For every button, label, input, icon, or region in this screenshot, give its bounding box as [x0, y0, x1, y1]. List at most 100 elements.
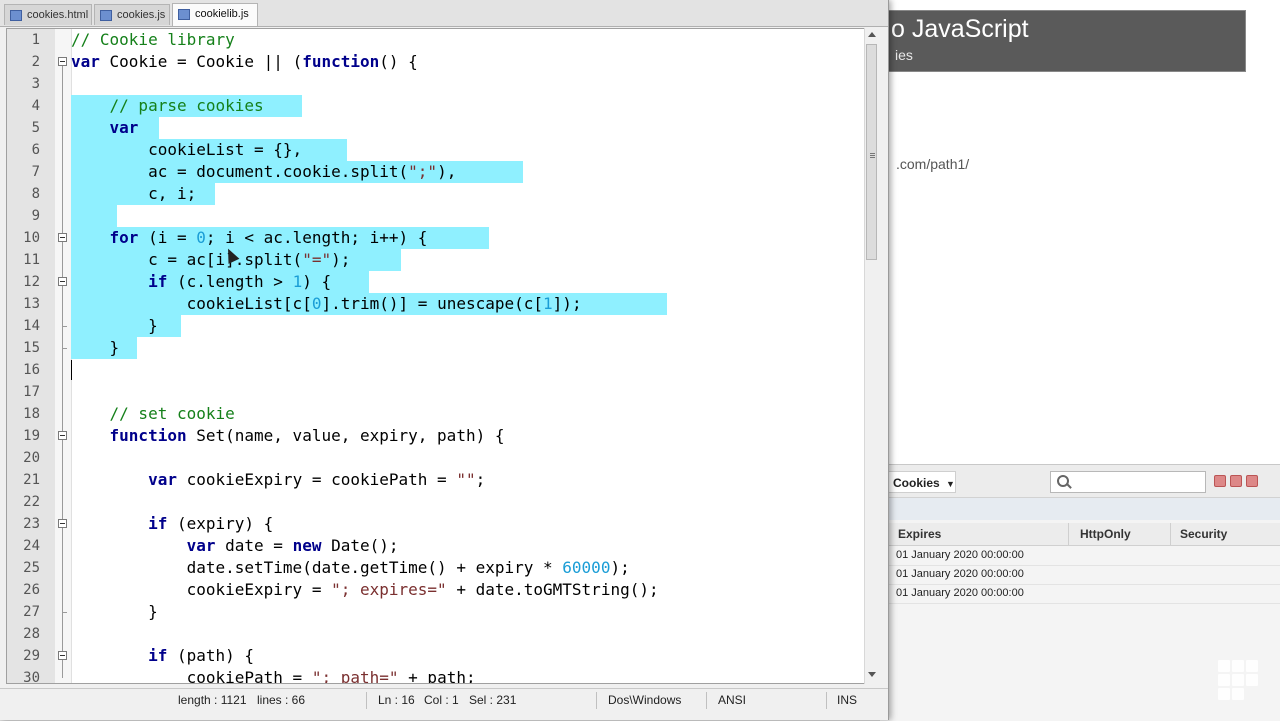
code-token: var: [71, 470, 177, 489]
cookies-dropdown[interactable]: Cookies ▼: [888, 471, 956, 493]
line-number: 12: [23, 274, 40, 290]
fold-toggle-icon[interactable]: [58, 431, 67, 440]
code-line[interactable]: c = ac[i].split("=");: [71, 249, 350, 271]
line-number: 14: [23, 318, 40, 334]
line-number: 10: [23, 230, 40, 246]
code-line[interactable]: date.setTime(date.getTime() + expiry * 6…: [71, 557, 630, 579]
column-header-security[interactable]: Security: [1180, 527, 1227, 541]
column-header-expires[interactable]: Expires: [898, 527, 941, 541]
fold-toggle-icon[interactable]: [58, 651, 67, 660]
code-token: date =: [215, 536, 293, 555]
code-line[interactable]: var: [71, 117, 139, 139]
banner-subtitle: ies: [895, 47, 913, 63]
close-icon[interactable]: [1246, 475, 1258, 487]
minimize-icon[interactable]: [1214, 475, 1226, 487]
tab-cookies-html[interactable]: cookies.html: [4, 4, 92, 25]
restore-icon[interactable]: [1230, 475, 1242, 487]
code-token: + date.toGMTString();: [446, 580, 659, 599]
code-token: ].trim()] = unescape(c[: [321, 294, 544, 313]
file-icon: [100, 10, 112, 21]
table-row[interactable]: 01 January 2020 00:00:00: [880, 546, 1280, 566]
code-token: var: [71, 118, 139, 137]
code-line[interactable]: // set cookie: [71, 403, 235, 425]
line-number: 21: [23, 472, 40, 488]
line-number: 3: [31, 76, 40, 92]
tab-bar: cookies.html cookies.js cookielib.js: [0, 0, 888, 27]
line-number: 25: [23, 560, 40, 576]
page-banner: o JavaScript ies: [880, 10, 1246, 72]
scroll-down-icon[interactable]: [868, 672, 876, 677]
code-token: cookiePath =: [71, 668, 312, 684]
column-divider[interactable]: [1170, 523, 1171, 545]
code-token: "; path=": [311, 668, 399, 684]
code-line[interactable]: // Cookie library: [71, 29, 235, 51]
tab-label: cookielib.js: [195, 8, 249, 20]
code-line[interactable]: }: [71, 601, 158, 623]
code-line[interactable]: cookieList[c[0].trim()] = unescape(c[1])…: [71, 293, 582, 315]
tiles-logo-icon: [1218, 660, 1270, 712]
code-token: }: [71, 316, 158, 335]
code-token: (i =: [138, 228, 197, 247]
line-number: 4: [31, 98, 40, 114]
cookies-dropdown-label: Cookies: [893, 476, 940, 490]
code-line[interactable]: var cookieExpiry = cookiePath = "";: [71, 469, 485, 491]
code-line[interactable]: }: [71, 315, 158, 337]
code-line[interactable]: ac = document.cookie.split(";"),: [71, 161, 456, 183]
fold-toggle-icon[interactable]: [58, 233, 67, 242]
line-number: 16: [23, 362, 40, 378]
code-line[interactable]: }: [71, 337, 120, 359]
code-line[interactable]: if (c.length > 1) {: [71, 271, 331, 293]
status-encoding[interactable]: ANSI: [718, 693, 746, 707]
status-lines: lines : 66: [257, 693, 306, 707]
search-icon: [1057, 475, 1069, 487]
fold-end-marker: [62, 612, 67, 613]
code-token: }: [71, 338, 120, 357]
column-divider[interactable]: [1068, 523, 1069, 545]
tab-cookielib-js[interactable]: cookielib.js: [172, 3, 258, 26]
code-line[interactable]: if (path) {: [71, 645, 254, 667]
dropdown-arrow-icon: ▼: [946, 479, 955, 489]
table-row[interactable]: 01 January 2020 00:00:00: [880, 584, 1280, 604]
code-line[interactable]: function Set(name, value, expiry, path) …: [71, 425, 505, 447]
status-divider: [366, 692, 367, 709]
status-eol[interactable]: Dos\Windows: [608, 693, 681, 707]
fold-toggle-icon[interactable]: [58, 57, 67, 66]
fold-margin[interactable]: [55, 29, 72, 683]
code-editor[interactable]: 1 2 3 4 5 6 7 8 9 10 11 12 13 14 15 16 1…: [6, 28, 878, 684]
code-token: ac = document.cookie.split(: [71, 162, 409, 181]
code-line[interactable]: cookieExpiry = "; expires=" + date.toGMT…: [71, 579, 659, 601]
fold-toggle-icon[interactable]: [58, 277, 67, 286]
scroll-up-icon[interactable]: [868, 32, 876, 37]
code-token: c, i;: [71, 184, 197, 203]
code-token: c = ac[i].split(: [71, 250, 303, 269]
vertical-scrollbar[interactable]: [864, 28, 878, 684]
code-line[interactable]: // parse cookies: [71, 95, 264, 117]
code-line[interactable]: cookieList = {},: [71, 139, 302, 161]
code-line[interactable]: if (expiry) {: [71, 513, 273, 535]
code-token: 60000: [562, 558, 611, 577]
table-row[interactable]: 01 January 2020 00:00:00: [880, 565, 1280, 585]
fold-end-marker: [62, 348, 67, 349]
status-insert-mode[interactable]: INS: [837, 693, 857, 707]
code-line[interactable]: var Cookie = Cookie || (function() {: [71, 51, 418, 73]
code-line[interactable]: var date = new Date();: [71, 535, 399, 557]
scrollbar-thumb[interactable]: [866, 44, 877, 260]
status-line: Ln : 16: [378, 693, 415, 707]
column-header-httponly[interactable]: HttpOnly: [1080, 527, 1131, 541]
code-token: ";": [408, 162, 438, 181]
status-length: length : 1121: [178, 693, 247, 707]
devtools-toolbar: Cookies ▼: [880, 465, 1280, 498]
code-line[interactable]: c, i;: [71, 183, 196, 205]
code-line[interactable]: cookiePath = "; path=" + path;: [71, 667, 476, 684]
devtools-search-input[interactable]: [1050, 471, 1206, 493]
line-number: 24: [23, 538, 40, 554]
code-line[interactable]: for (i = 0; i < ac.length; i++) {: [71, 227, 428, 249]
fold-toggle-icon[interactable]: [58, 519, 67, 528]
code-token: ),: [437, 162, 457, 181]
line-number: 7: [31, 164, 40, 180]
tab-cookies-js[interactable]: cookies.js: [94, 4, 170, 25]
code-token: if: [71, 272, 168, 291]
code-token: "; expires=": [331, 580, 447, 599]
code-token: ) {: [302, 272, 332, 291]
tab-label: cookies.js: [117, 9, 166, 21]
